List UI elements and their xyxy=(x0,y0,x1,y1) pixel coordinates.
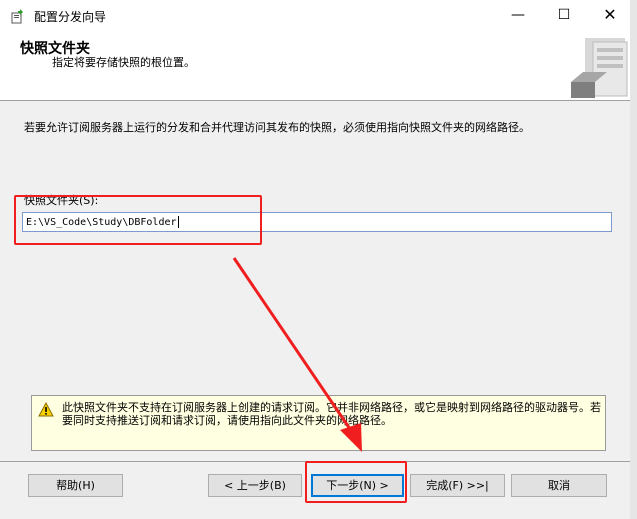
maximize-button[interactable]: ☐ xyxy=(541,0,587,30)
cancel-button[interactable]: 取消 xyxy=(511,474,607,497)
annotation-box-next xyxy=(305,461,407,503)
minimize-button[interactable]: — xyxy=(495,0,541,30)
wizard-app-icon xyxy=(11,9,23,24)
warning-box: 此快照文件夹不支持在订阅服务器上创建的请求订阅。它并非网络路径，或它是映射到网络… xyxy=(31,395,606,451)
wizard-header: 快照文件夹 指定将要存储快照的根位置。 xyxy=(0,30,637,100)
header-divider xyxy=(0,100,637,101)
help-button[interactable]: 帮助(H) xyxy=(28,474,123,497)
window-title: 配置分发向导 xyxy=(34,10,107,24)
annotation-box-field xyxy=(14,195,262,245)
page-subtitle: 指定将要存储快照的根位置。 xyxy=(52,56,195,69)
description-text: 若要允许订阅服务器上运行的分发和合并代理访问其发布的快照，必须使用指向快照文件夹… xyxy=(24,121,530,134)
close-button[interactable]: ✕ xyxy=(587,0,633,30)
wizard-window: 配置分发向导 — ☐ ✕ 快照文件夹 指定将要存储快照的根位置。 若要允许订阅服… xyxy=(0,0,637,519)
window-shadow xyxy=(630,0,637,519)
back-button[interactable]: < 上一步(B) xyxy=(208,474,302,497)
warning-icon xyxy=(38,402,54,417)
server-graphic-icon xyxy=(571,38,628,98)
finish-button[interactable]: 完成(F) >>| xyxy=(410,474,505,497)
title-bar[interactable]: 配置分发向导 — ☐ ✕ xyxy=(0,0,637,30)
warning-text: 此快照文件夹不支持在订阅服务器上创建的请求订阅。它并非网络路径，或它是映射到网络… xyxy=(62,401,601,427)
